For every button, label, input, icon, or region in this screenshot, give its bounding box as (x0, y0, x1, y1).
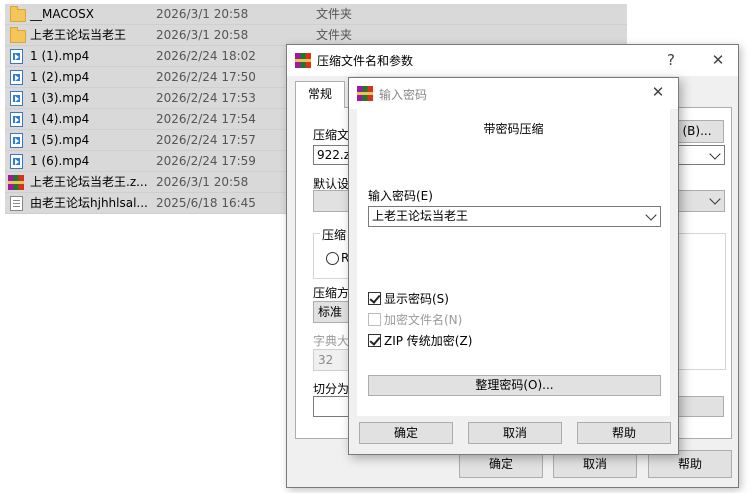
show-password-checkbox[interactable] (368, 292, 381, 305)
file-date: 2026/2/24 17:53 (156, 91, 256, 105)
archive-dialog-titlebar: 压缩文件名和参数 ? ✕ (287, 45, 738, 76)
archive-dialog-title: 压缩文件名和参数 (317, 54, 414, 68)
method-value: 标准 (318, 305, 343, 319)
video-file-icon (10, 112, 23, 127)
file-date: 2026/2/24 17:54 (156, 112, 256, 126)
file-type: 文件夹 (316, 28, 353, 42)
folder-icon (10, 27, 26, 43)
file-row[interactable]: 上老王论坛当老王 2026/3/1 20:58 文件夹 (5, 25, 627, 46)
file-name: 1 (5).mp4 (30, 133, 90, 147)
close-icon[interactable]: ✕ (706, 49, 730, 71)
method-label: 压缩方 (313, 286, 350, 300)
chevron-down-icon[interactable] (709, 148, 721, 160)
text-file-icon (10, 196, 23, 211)
zip-legacy-encryption-checkbox[interactable] (368, 334, 381, 347)
help-icon[interactable]: ? (659, 49, 683, 71)
file-date: 2026/2/24 18:02 (156, 49, 256, 63)
password-dialog: 输入密码 ✕ 带密码压缩 输入密码(E) 上老王论坛当老王 显示密码(S) 加密… (348, 77, 679, 455)
file-name: __MACOSX (30, 7, 95, 21)
file-date: 2026/3/1 20:58 (156, 7, 249, 21)
file-date: 2026/3/1 20:58 (156, 175, 249, 189)
close-icon[interactable]: ✕ (646, 81, 670, 103)
encrypt-filenames-checkbox[interactable] (368, 313, 381, 326)
file-name: 由老王论坛hjhhlsal... (30, 196, 148, 210)
file-name: 1 (3).mp4 (30, 91, 90, 105)
file-date: 2026/2/24 17:50 (156, 70, 256, 84)
file-date: 2025/6/18 16:45 (156, 196, 256, 210)
video-file-icon (10, 154, 23, 169)
file-name: 1 (4).mp4 (30, 112, 90, 126)
file-row[interactable]: __MACOSX 2026/3/1 20:58 文件夹 (5, 4, 627, 25)
file-name: 上老王论坛当老王 (30, 28, 127, 42)
file-date: 2026/2/24 17:57 (156, 133, 256, 147)
file-name: 1 (1).mp4 (30, 49, 90, 63)
password-dialog-titlebar: 输入密码 ✕ (349, 78, 678, 109)
chevron-down-icon[interactable] (645, 209, 657, 221)
winrar-app-icon (357, 86, 373, 101)
video-file-icon (10, 133, 23, 148)
password-help-button[interactable]: 帮助 (577, 422, 671, 444)
password-cancel-button[interactable]: 取消 (468, 422, 562, 444)
password-dialog-body: 带密码压缩 输入密码(E) 上老王论坛当老王 显示密码(S) 加密文件名(N) … (357, 109, 670, 416)
password-ok-button[interactable]: 确定 (359, 422, 453, 444)
tab-general[interactable]: 常规 (295, 81, 345, 108)
file-type: 文件夹 (316, 7, 353, 21)
encrypt-filenames-label: 加密文件名(N) (384, 313, 463, 327)
password-input[interactable]: 上老王论坛当老王 (368, 206, 661, 227)
file-name: 1 (6).mp4 (30, 154, 90, 168)
video-file-icon (10, 91, 23, 106)
organize-passwords-button[interactable]: 整理密码(O)... (368, 375, 661, 396)
split-label: 切分为 (313, 382, 350, 396)
zip-legacy-encryption-label: ZIP 传统加密(Z) (384, 334, 473, 348)
video-file-icon (10, 49, 23, 64)
password-label: 输入密码(E) (368, 189, 433, 203)
format-group-label: 压缩 (320, 226, 349, 243)
file-name: 上老王论坛当老王.z... (30, 175, 148, 189)
file-date: 2026/2/24 17:59 (156, 154, 256, 168)
format-radio[interactable] (326, 252, 339, 265)
winrar-app-icon (295, 53, 311, 68)
dictionary-label: 字典大 (313, 334, 350, 348)
password-heading: 带密码压缩 (483, 122, 544, 136)
winrar-archive-icon (8, 175, 24, 190)
file-name: 1 (2).mp4 (30, 70, 90, 84)
password-value: 上老王论坛当老王 (372, 209, 469, 223)
archive-name-label: 压缩文 (313, 128, 350, 142)
password-dialog-title: 输入密码 (379, 88, 428, 102)
dictionary-value: 32 (318, 353, 334, 367)
show-password-label: 显示密码(S) (384, 292, 449, 306)
folder-icon (10, 6, 26, 22)
chevron-down-icon[interactable] (709, 193, 721, 205)
file-date: 2026/3/1 20:58 (156, 28, 249, 42)
video-file-icon (10, 70, 23, 85)
